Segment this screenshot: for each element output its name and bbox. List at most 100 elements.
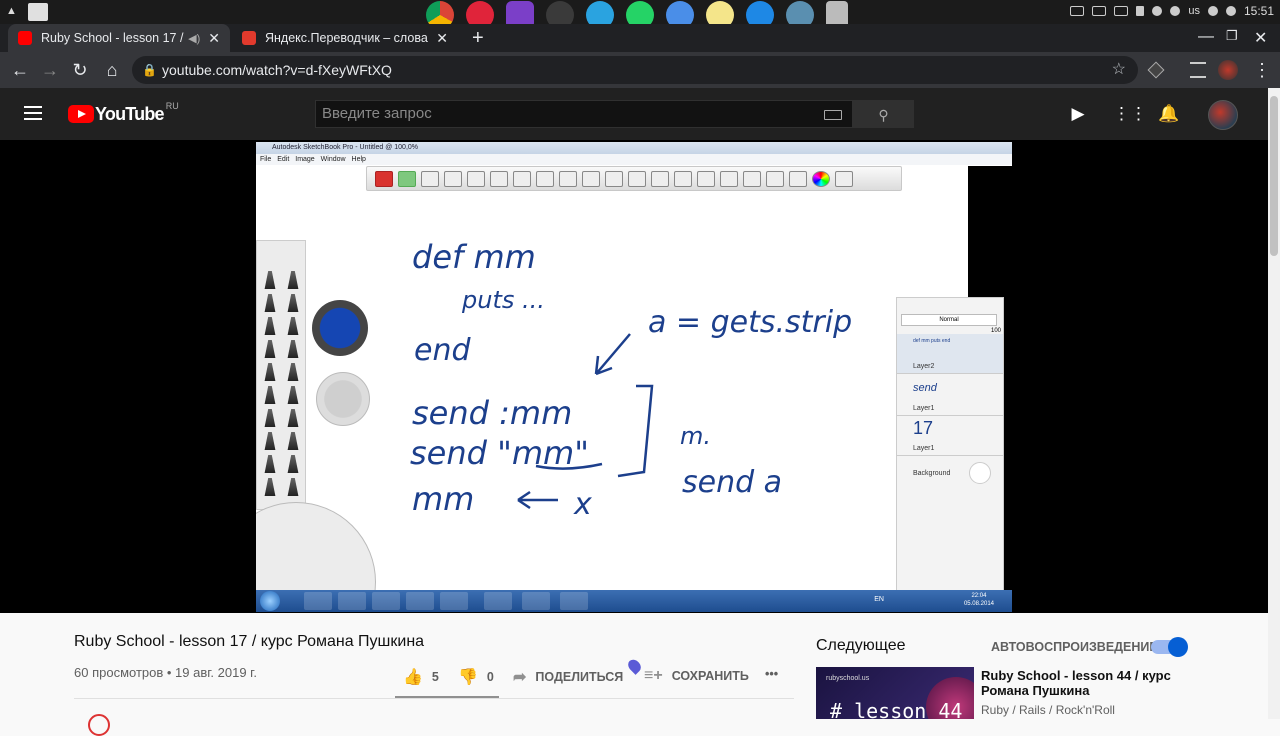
new-tab-button[interactable]: + bbox=[462, 24, 492, 52]
layer-row: 17 Layer1 bbox=[897, 416, 1003, 456]
apps-grid-icon[interactable]: ⋮⋮ bbox=[1113, 104, 1147, 124]
share-button[interactable]: ➦ ПОДЕЛИТЬСЯ bbox=[513, 667, 623, 687]
keyboard-layout[interactable]: us bbox=[1188, 5, 1200, 17]
background-color-swatch bbox=[969, 462, 991, 484]
forward-icon[interactable]: → bbox=[38, 58, 62, 82]
notifications-bell-icon[interactable]: 🔔 bbox=[1158, 104, 1179, 124]
layer-row: Background bbox=[897, 458, 1003, 498]
taskbar-app-icon bbox=[372, 592, 400, 610]
bluetooth-icon[interactable] bbox=[1152, 6, 1163, 16]
search-input[interactable]: Введите запрос bbox=[315, 100, 853, 128]
thumbnail-text: # lesson 44 bbox=[830, 699, 963, 719]
layer-editor: Normal 100 def mm puts end Layer2 send L… bbox=[896, 297, 1004, 597]
bookmark-star-icon[interactable]: ☆ bbox=[1112, 56, 1126, 84]
handwriting-send-symbol: send :mm bbox=[412, 394, 572, 432]
back-icon[interactable]: ← bbox=[8, 58, 32, 82]
search-button[interactable]: ⚲ bbox=[853, 100, 914, 128]
layer-preview: def mm puts end bbox=[913, 338, 951, 344]
chrome-menu-icon[interactable]: ⋮ bbox=[1250, 58, 1274, 82]
page-scrollbar[interactable] bbox=[1268, 88, 1280, 719]
home-icon[interactable]: ⌂ bbox=[100, 58, 124, 82]
recommendation-channel[interactable]: Ruby / Rails / Rock'n'Roll bbox=[981, 703, 1115, 717]
handwriting-arrow-down bbox=[594, 333, 631, 376]
wifi-icon[interactable] bbox=[1207, 6, 1218, 16]
toggle-knob[interactable] bbox=[1168, 637, 1188, 657]
close-tab-icon[interactable]: ✕ bbox=[436, 30, 448, 47]
recommendation-thumbnail[interactable]: rubyschool.us # lesson 44 bbox=[816, 667, 974, 719]
search-placeholder: Введите запрос bbox=[322, 105, 432, 122]
region-label: RU bbox=[165, 101, 179, 111]
handwriting-puts: puts ... bbox=[461, 286, 545, 314]
lock-icon[interactable]: 🔒 bbox=[142, 56, 157, 84]
maximize-icon[interactable]: ❐ bbox=[1226, 28, 1238, 44]
thumbnail-brand: rubyschool.us bbox=[826, 675, 870, 682]
extension-icon[interactable] bbox=[1147, 61, 1165, 79]
handwriting-bracket bbox=[617, 384, 654, 478]
address-bar[interactable]: 🔒 youtube.com/watch?v=d-fXeyWFtXQ ☆ bbox=[132, 56, 1138, 84]
taskbar-app-icon bbox=[338, 592, 366, 610]
system-tray: us 15:51 bbox=[1070, 4, 1274, 18]
youtube-play-icon bbox=[68, 105, 94, 123]
handwriting-x: x bbox=[573, 487, 592, 522]
layer-preview: 17 bbox=[913, 418, 934, 438]
handwriting-m: m. bbox=[680, 422, 711, 450]
handwriting-def: def mm bbox=[412, 238, 536, 276]
taskbar-clock: 22:04 05.08.2014 bbox=[964, 592, 994, 608]
more-actions-button[interactable]: ••• bbox=[765, 667, 778, 681]
like-count: 5 bbox=[431, 670, 439, 684]
tab-yandex-translate[interactable]: Яндекс.Переводчик – слова ✕ bbox=[232, 24, 458, 52]
autoplay-toggle[interactable] bbox=[1151, 637, 1188, 657]
volume-icon[interactable] bbox=[1170, 6, 1181, 16]
taskbar-date: 05.08.2014 bbox=[963, 601, 994, 607]
taskbar-skype-icon bbox=[522, 592, 550, 610]
close-tab-icon[interactable]: ✕ bbox=[208, 30, 220, 47]
dislike-button[interactable]: 👎 0 bbox=[458, 667, 494, 687]
share-label: ПОДЕЛИТЬСЯ bbox=[535, 670, 624, 684]
url-text: youtube.com/watch?v=d-fXeyWFtXQ bbox=[162, 62, 392, 78]
layer-name: Layer2 bbox=[913, 363, 935, 370]
scrollbar-thumb[interactable] bbox=[1270, 96, 1278, 256]
keyboard-icon[interactable] bbox=[824, 110, 842, 120]
create-video-icon[interactable]: ▶ bbox=[1068, 104, 1088, 124]
minimize-icon[interactable]: — bbox=[1198, 28, 1214, 46]
battery-icon[interactable] bbox=[1136, 6, 1145, 16]
divider bbox=[74, 698, 794, 699]
reading-list-icon[interactable] bbox=[1190, 62, 1206, 78]
channel-avatar[interactable] bbox=[88, 714, 110, 736]
video-title: Ruby School - lesson 17 / курс Романа Пу… bbox=[74, 633, 425, 650]
activities-icon[interactable]: ▲ bbox=[6, 5, 17, 17]
taskbar-language: EN bbox=[874, 596, 884, 603]
user-avatar[interactable] bbox=[1208, 100, 1238, 130]
close-window-icon[interactable]: ✕ bbox=[1254, 28, 1267, 48]
audio-playing-icon[interactable]: ◀) bbox=[188, 32, 200, 45]
yandex-favicon-icon bbox=[242, 31, 256, 45]
screen-icon[interactable] bbox=[1092, 6, 1107, 16]
handwriting-send-a: send a bbox=[682, 465, 782, 500]
system-clock[interactable]: 15:51 bbox=[1244, 4, 1274, 18]
blend-mode: Normal bbox=[901, 314, 997, 326]
video-frame[interactable]: Autodesk SketchBook Pro - Untitled @ 100… bbox=[256, 142, 1012, 612]
profile-icon[interactable] bbox=[1218, 60, 1238, 80]
mouse-cursor-icon bbox=[625, 657, 644, 675]
recommendation-title[interactable]: Ruby School - lesson 44 / курс Романа Пу… bbox=[981, 668, 1201, 698]
youtube-logo[interactable]: YouTube RU bbox=[68, 101, 179, 124]
keyboard-icon[interactable] bbox=[1070, 6, 1085, 16]
video-meta: 60 просмотров • 19 авг. 2019 г. bbox=[74, 665, 257, 680]
display-icon[interactable] bbox=[1114, 6, 1129, 16]
autoplay-label: АВТОВОСПРОИЗВЕДЕНИЕ bbox=[991, 640, 1158, 654]
layer-row: send Layer1 bbox=[897, 376, 1003, 416]
taskbar-time: 22:04 bbox=[971, 593, 987, 599]
thumb-up-icon: 👍 bbox=[403, 669, 423, 686]
tab-ruby-school[interactable]: Ruby School - lesson 17 / курс ◀) ✕ bbox=[8, 24, 230, 52]
power-icon[interactable] bbox=[1225, 6, 1236, 16]
save-button[interactable]: ≡+ СОХРАНИТЬ bbox=[644, 667, 749, 685]
like-button[interactable]: 👍 5 bbox=[403, 667, 439, 687]
youtube-header: YouTube RU Введите запрос ⚲ ▶ ⋮⋮ 🔔 bbox=[0, 88, 1280, 140]
windows-start-icon bbox=[260, 591, 280, 611]
reload-icon[interactable]: ↻ bbox=[68, 58, 92, 82]
active-app-icon[interactable] bbox=[28, 3, 48, 21]
hamburger-menu-icon[interactable] bbox=[24, 106, 42, 120]
taskbar-app-icon bbox=[484, 592, 512, 610]
save-label: СОХРАНИТЬ bbox=[671, 669, 749, 683]
dislike-count: 0 bbox=[486, 670, 494, 684]
